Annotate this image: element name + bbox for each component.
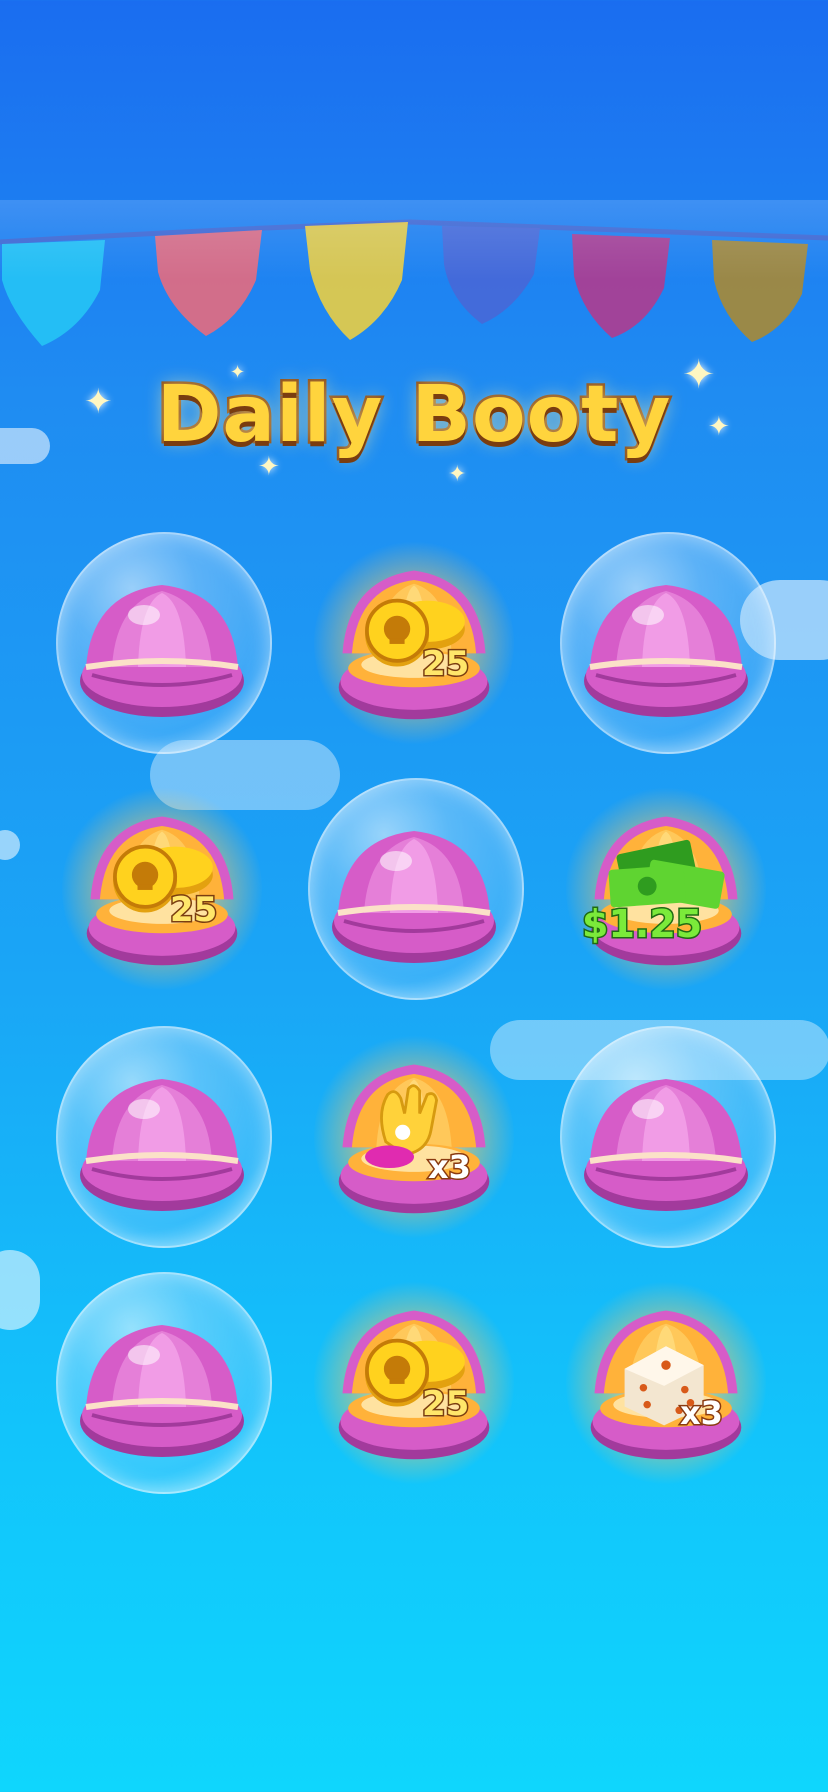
- clam-shell-icon: [80, 1079, 244, 1211]
- reward-label: 25: [168, 889, 218, 932]
- sparkle-icon: ✦: [258, 452, 280, 482]
- sparkle-icon: ✦: [708, 412, 730, 442]
- reward-label: $1.25: [580, 901, 703, 948]
- sparkle-icon: ✦: [84, 382, 113, 422]
- closed-shell-button[interactable]: [52, 1268, 272, 1498]
- open-clam-shell-icon: [338, 1064, 490, 1214]
- opened-shell-reward: 25: [52, 774, 272, 1004]
- reward-label: 25: [420, 1383, 470, 1426]
- closed-shell-button[interactable]: [556, 1022, 776, 1252]
- reward-label: x3: [427, 1147, 473, 1188]
- open-clam-shell-icon: [86, 816, 238, 966]
- sparkle-icon: ✦: [230, 362, 246, 383]
- open-clam-shell-icon: [338, 570, 490, 720]
- reward-grid: 25 25 $1.25 x3 25 x3: [48, 528, 780, 1518]
- closed-shell-button[interactable]: [304, 774, 524, 1004]
- opened-shell-reward: x3: [556, 1268, 776, 1498]
- clam-shell-icon: [584, 585, 748, 717]
- clam-shell-icon: [584, 1079, 748, 1211]
- clam-shell-icon: [80, 585, 244, 717]
- sparkle-icon: ✦: [682, 352, 716, 398]
- sparkle-icon: ✦: [448, 462, 467, 487]
- closed-shell-button[interactable]: [52, 528, 272, 758]
- open-clam-shell-icon: [590, 1310, 742, 1460]
- closed-shell-button[interactable]: [556, 528, 776, 758]
- opened-shell-reward: $1.25: [556, 774, 776, 1004]
- opened-shell-reward: 25: [304, 1268, 524, 1498]
- reward-label: x3: [679, 1393, 725, 1434]
- opened-shell-reward: 25: [304, 528, 524, 758]
- clam-shell-icon: [332, 831, 496, 963]
- reward-label: 25: [420, 643, 470, 686]
- cloud: [0, 830, 20, 860]
- bunting-banner: [0, 200, 828, 346]
- clam-shell-icon: [80, 1325, 244, 1457]
- cloud: [0, 1250, 40, 1330]
- closed-shell-button[interactable]: [52, 1022, 272, 1252]
- open-clam-shell-icon: [338, 1310, 490, 1460]
- opened-shell-reward: x3: [304, 1022, 524, 1252]
